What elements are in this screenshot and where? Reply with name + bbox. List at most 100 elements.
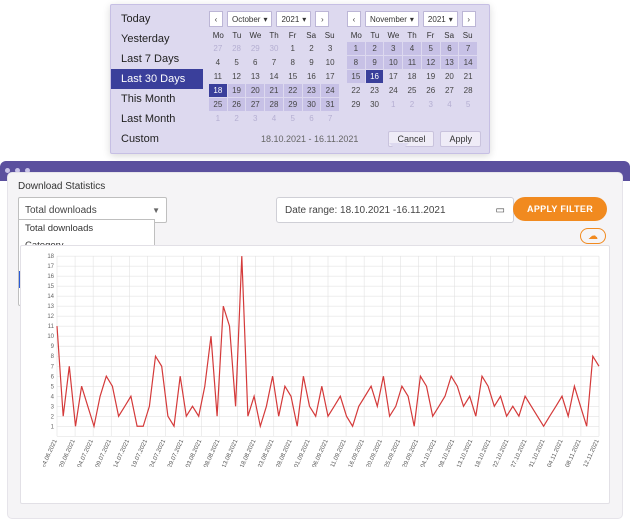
calendar-day[interactable]: 8	[284, 56, 302, 69]
calendar-day[interactable]: 28	[228, 42, 246, 55]
date-preset[interactable]: Today	[111, 9, 203, 29]
calendar-day[interactable]: 2	[303, 42, 321, 55]
calendar-day[interactable]: 25	[209, 98, 227, 111]
calendar-day[interactable]: 15	[284, 70, 302, 83]
calendar-day[interactable]: 3	[246, 112, 264, 125]
calendar-day[interactable]: 29	[246, 42, 264, 55]
year-select-right[interactable]: 2021▾	[423, 11, 458, 27]
calendar-day[interactable]: 15	[347, 70, 365, 83]
calendar-day[interactable]: 2	[228, 112, 246, 125]
calendar-day[interactable]: 27	[441, 84, 459, 97]
calendar-day[interactable]: 20	[246, 84, 264, 97]
calendar-day[interactable]: 8	[347, 56, 365, 69]
calendar-day[interactable]: 6	[441, 42, 459, 55]
download-icon[interactable]: ☁	[580, 228, 606, 244]
calendar-day[interactable]: 7	[321, 112, 339, 125]
calendar-day[interactable]: 27	[209, 42, 227, 55]
prev-month-button[interactable]: ‹	[209, 11, 223, 27]
month-select-left[interactable]: October▾	[227, 11, 272, 27]
calendar-day[interactable]: 5	[459, 98, 477, 111]
calendar-day[interactable]: 12	[228, 70, 246, 83]
calendar-day[interactable]: 17	[384, 70, 402, 83]
calendar-day[interactable]: 4	[209, 56, 227, 69]
calendar-day[interactable]: 6	[303, 112, 321, 125]
calendar-day[interactable]: 23	[366, 84, 384, 97]
calendar-day[interactable]: 26	[228, 98, 246, 111]
calendar-day[interactable]: 29	[284, 98, 302, 111]
calendar-day[interactable]: 4	[403, 42, 421, 55]
calendar-day[interactable]: 23	[303, 84, 321, 97]
svg-text:10: 10	[47, 334, 54, 340]
calendar-day[interactable]: 21	[265, 84, 283, 97]
calendar-day[interactable]: 11	[209, 70, 227, 83]
calendar-day[interactable]: 19	[228, 84, 246, 97]
metric-option[interactable]: Total downloads	[19, 220, 154, 237]
calendar-day[interactable]: 22	[347, 84, 365, 97]
calendar-day[interactable]: 16	[366, 70, 384, 83]
calendar-day[interactable]: 25	[403, 84, 421, 97]
calendar-day[interactable]: 30	[303, 98, 321, 111]
calendar-day[interactable]: 1	[384, 98, 402, 111]
calendar-day[interactable]: 4	[441, 98, 459, 111]
calendar-day[interactable]: 3	[321, 42, 339, 55]
date-preset[interactable]: This Month	[111, 89, 203, 109]
date-preset[interactable]: Last Month	[111, 109, 203, 129]
calendar-day[interactable]: 2	[403, 98, 421, 111]
calendar-day[interactable]: 31	[321, 98, 339, 111]
next-month-button[interactable]: ›	[462, 11, 476, 27]
calendar-day[interactable]: 13	[246, 70, 264, 83]
calendar-day[interactable]: 12	[422, 56, 440, 69]
calendar-day[interactable]: 3	[384, 42, 402, 55]
calendar-day[interactable]: 18	[403, 70, 421, 83]
calendar-day[interactable]: 27	[246, 98, 264, 111]
date-preset[interactable]: Last 7 Days	[111, 49, 203, 69]
calendar-day[interactable]: 5	[228, 56, 246, 69]
calendar-day[interactable]: 24	[321, 84, 339, 97]
calendar-day[interactable]: 18	[209, 84, 227, 97]
calendar-day[interactable]: 28	[459, 84, 477, 97]
calendar-day[interactable]: 21	[459, 70, 477, 83]
calendar-day[interactable]: 1	[347, 42, 365, 55]
calendar-day[interactable]: 30	[265, 42, 283, 55]
calendar-day[interactable]: 10	[321, 56, 339, 69]
calendar-day[interactable]: 16	[303, 70, 321, 83]
calendar-day[interactable]: 26	[422, 84, 440, 97]
calendar-day[interactable]: 9	[366, 56, 384, 69]
calendar-day[interactable]: 30	[366, 98, 384, 111]
calendar-day[interactable]: 13	[441, 56, 459, 69]
date-preset[interactable]: Custom	[111, 129, 203, 149]
date-preset[interactable]: Yesterday	[111, 29, 203, 49]
calendar-day[interactable]: 9	[303, 56, 321, 69]
svg-text:09.07.2021: 09.07.2021	[95, 438, 113, 467]
calendar-day[interactable]: 1	[209, 112, 227, 125]
cancel-button[interactable]: Cancel	[388, 131, 434, 147]
date-preset[interactable]: Last 30 Days	[111, 69, 203, 89]
calendar-day[interactable]: 20	[441, 70, 459, 83]
next-month-button[interactable]: ›	[315, 11, 329, 27]
calendar-day[interactable]: 5	[422, 42, 440, 55]
calendar-day[interactable]: 17	[321, 70, 339, 83]
month-select-right[interactable]: November▾	[365, 11, 419, 27]
calendar-day[interactable]: 6	[246, 56, 264, 69]
year-select-left[interactable]: 2021▾	[276, 11, 311, 27]
apply-button[interactable]: Apply	[440, 131, 481, 147]
calendar-day[interactable]: 14	[459, 56, 477, 69]
calendar-day[interactable]: 2	[366, 42, 384, 55]
calendar-day[interactable]: 7	[459, 42, 477, 55]
calendar-day[interactable]: 3	[422, 98, 440, 111]
calendar-day[interactable]: 11	[403, 56, 421, 69]
calendar-day[interactable]: 5	[284, 112, 302, 125]
calendar-day[interactable]: 29	[347, 98, 365, 111]
prev-month-button[interactable]: ‹	[347, 11, 361, 27]
calendar-day[interactable]: 22	[284, 84, 302, 97]
calendar-day[interactable]: 7	[265, 56, 283, 69]
calendar-day[interactable]: 14	[265, 70, 283, 83]
date-range-input[interactable]: Date range: 18.10.2021 -16.11.2021 ▭	[276, 197, 514, 223]
apply-filter-button[interactable]: APPLY FILTER	[513, 197, 607, 221]
calendar-day[interactable]: 19	[422, 70, 440, 83]
calendar-day[interactable]: 10	[384, 56, 402, 69]
calendar-day[interactable]: 28	[265, 98, 283, 111]
calendar-day[interactable]: 1	[284, 42, 302, 55]
calendar-day[interactable]: 24	[384, 84, 402, 97]
calendar-day[interactable]: 4	[265, 112, 283, 125]
